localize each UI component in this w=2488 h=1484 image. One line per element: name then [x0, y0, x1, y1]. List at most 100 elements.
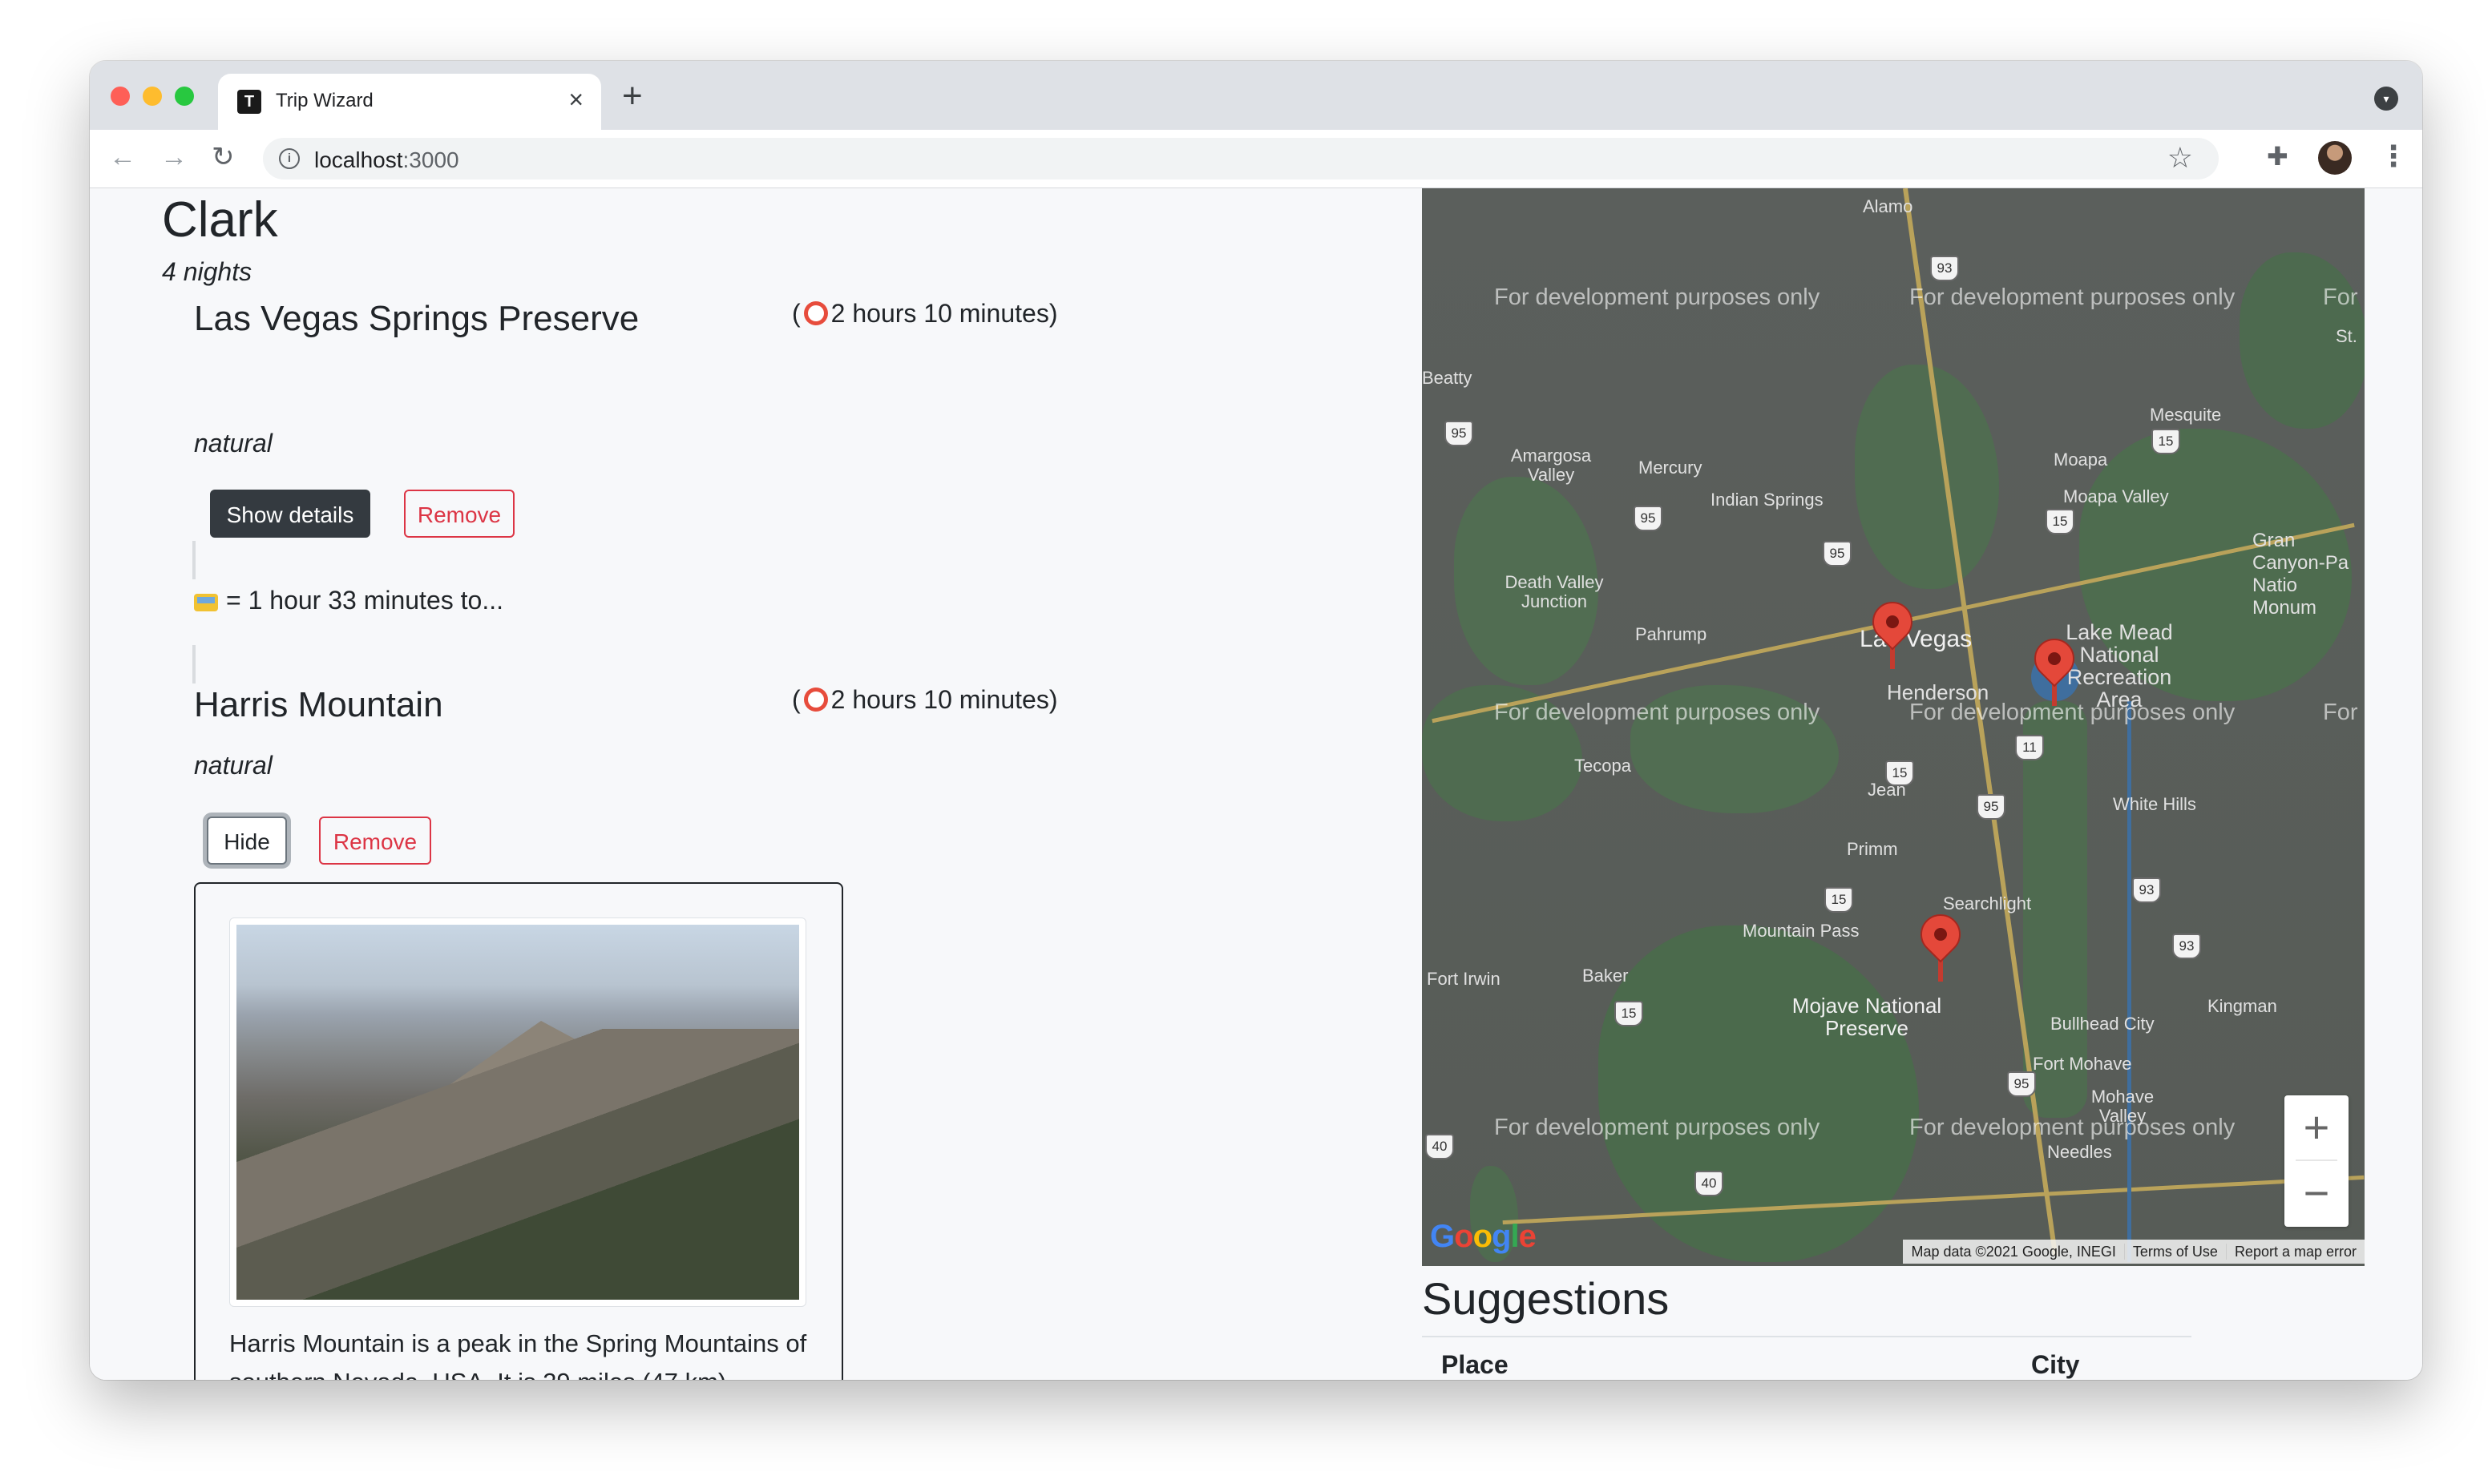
travel-time: = 1 hour 33 minutes to... [194, 586, 503, 615]
duration-paren: ( [792, 685, 801, 714]
extensions-puzzle-icon[interactable]: ✚ [2267, 141, 2288, 171]
highway-shield: 95 [1634, 506, 1662, 531]
marker-dot [2048, 652, 2061, 665]
map-label: Needles [2047, 1142, 2112, 1162]
highway-shield: 15 [1824, 887, 1853, 913]
duration-text: 2 hours 10 minutes) [830, 685, 1058, 714]
map-marker-pin[interactable] [1912, 905, 1969, 982]
map-label: Mercury [1638, 458, 1702, 478]
report-map-error-link[interactable]: Report a map error [2225, 1244, 2365, 1260]
browser-window: T Trip Wizard × + ▾ ← → ↻ i localhost:30… [90, 61, 2422, 1380]
zoom-out-button[interactable]: − [2284, 1161, 2349, 1225]
marker-dot [1886, 615, 1899, 628]
remove-button[interactable]: Remove [319, 817, 431, 865]
highway-shield: 11 [2015, 735, 2044, 760]
map-label: Bullhead City [2050, 1014, 2155, 1034]
google-map[interactable]: For development purposes only For develo… [1422, 188, 2365, 1266]
map-label: Mojave National Preserve [1791, 994, 1942, 1040]
dev-watermark: For development purposes only [1494, 1115, 1820, 1140]
alarm-clock-icon [803, 301, 828, 325]
maximize-window-button[interactable] [175, 87, 194, 106]
alarm-clock-icon [803, 688, 828, 712]
map-label: Beatty [1422, 368, 1472, 388]
place-category: natural [194, 429, 273, 458]
harris-mountain-photo [236, 925, 799, 1300]
place-description: Harris Mountain is a peak in the Spring … [229, 1329, 807, 1380]
show-details-button[interactable]: Show details [210, 490, 370, 538]
map-label: Lake Mead National Recreation Area [2066, 620, 2173, 712]
map-marker-pin[interactable] [2026, 630, 2083, 706]
highway-shield: 95 [1977, 794, 2005, 820]
place-name: Harris Mountain [194, 685, 443, 724]
highway-shield: 40 [1694, 1171, 1723, 1196]
remove-button[interactable]: Remove [404, 490, 515, 538]
google-logo[interactable]: Google [1430, 1219, 1537, 1255]
zoom-in-button[interactable]: + [2284, 1095, 2349, 1159]
new-tab-button[interactable]: + [622, 79, 643, 114]
city-title: Clark [162, 192, 278, 248]
bookmark-star-icon[interactable]: ☆ [2167, 141, 2193, 175]
reload-icon[interactable]: ↻ [212, 141, 235, 173]
map-label: Tecopa [1574, 756, 1631, 776]
dev-watermark: For development purposes only [1909, 284, 2236, 310]
map-label: Moapa [2054, 450, 2108, 470]
map-label: Moapa Valley [2063, 486, 2169, 506]
table-header-place: Place [1441, 1350, 1509, 1379]
highway-shield: 15 [2151, 429, 2180, 454]
place-category: natural [194, 751, 273, 780]
profile-avatar[interactable] [2318, 141, 2352, 175]
tab-trip-wizard[interactable]: T Trip Wizard × [218, 74, 601, 130]
map-label: Baker [1582, 966, 1629, 986]
browser-menu-icon[interactable]: ⋮ [2379, 139, 2408, 173]
dev-watermark: For development purposes only [1909, 1115, 2236, 1140]
suggestions-title: Suggestions [1422, 1273, 1670, 1324]
map-marker-pin[interactable] [1864, 593, 1921, 669]
minimize-window-button[interactable] [143, 87, 162, 106]
url-port: :3000 [402, 147, 459, 172]
map-label: Mountain Pass [1743, 921, 1860, 941]
close-window-button[interactable] [111, 87, 130, 106]
place-details-card: Harris Mountain is a peak in the Spring … [194, 882, 843, 1380]
place-duration: (2 hours 10 minutes) [792, 685, 1057, 715]
hide-details-button[interactable]: Hide [207, 817, 287, 865]
highway-shield: 93 [2172, 934, 2201, 959]
mountain-ridge-shape [236, 1029, 799, 1300]
browser-toolbar: ← → ↻ i localhost:3000 ☆ ✚ ⋮ [90, 130, 2422, 188]
highway-shield: 40 [1425, 1134, 1454, 1159]
map-label: White Hills [2113, 794, 2196, 814]
map-label: Henderson [1887, 680, 1989, 704]
map-label: Death Valley Junction [1505, 572, 1604, 611]
timeline-connector [192, 645, 196, 684]
highway-shield: 15 [1614, 1001, 1643, 1026]
bus-icon [194, 593, 218, 611]
forward-arrow-icon[interactable]: → [160, 141, 188, 173]
map-label: Amargosa Valley [1510, 446, 1592, 485]
site-info-icon[interactable]: i [279, 148, 300, 169]
zoom-controls: + − [2284, 1095, 2349, 1227]
travel-text: = 1 hour 33 minutes to... [226, 586, 503, 615]
place-name: Las Vegas Springs Preserve [194, 299, 640, 338]
map-label: Primm [1847, 839, 1898, 859]
back-arrow-icon[interactable]: ← [109, 141, 136, 173]
map-label: Mesquite [2150, 405, 2222, 425]
dev-watermark: For [2323, 700, 2358, 725]
dev-watermark: For development purposes only [1494, 700, 1820, 725]
place-duration: (2 hours 10 minutes) [792, 299, 1057, 329]
map-data-credit: Map data ©2021 Google, INEGI [1911, 1244, 2116, 1260]
tab-search-icon[interactable]: ▾ [2374, 87, 2398, 111]
duration-paren: ( [792, 299, 801, 328]
highway-shield: 95 [1823, 541, 1852, 567]
address-bar[interactable]: i localhost:3000 ☆ [263, 138, 2219, 179]
tab-close-icon[interactable]: × [568, 85, 584, 115]
map-label: Fort Mohave [2033, 1054, 2132, 1074]
terms-of-use-link[interactable]: Terms of Use [2123, 1244, 2226, 1260]
favicon-icon: T [237, 90, 261, 114]
duration-text: 2 hours 10 minutes) [830, 299, 1058, 328]
map-label: Mohave Valley [2090, 1087, 2155, 1126]
suggestions-divider [1422, 1336, 2191, 1337]
nights-count: 4 nights [162, 257, 252, 286]
url-host: localhost [314, 147, 403, 172]
highway-shield: 95 [2007, 1071, 2036, 1097]
map-label: Fort Irwin [1427, 969, 1500, 989]
map-label: Pahrump [1635, 624, 1707, 644]
